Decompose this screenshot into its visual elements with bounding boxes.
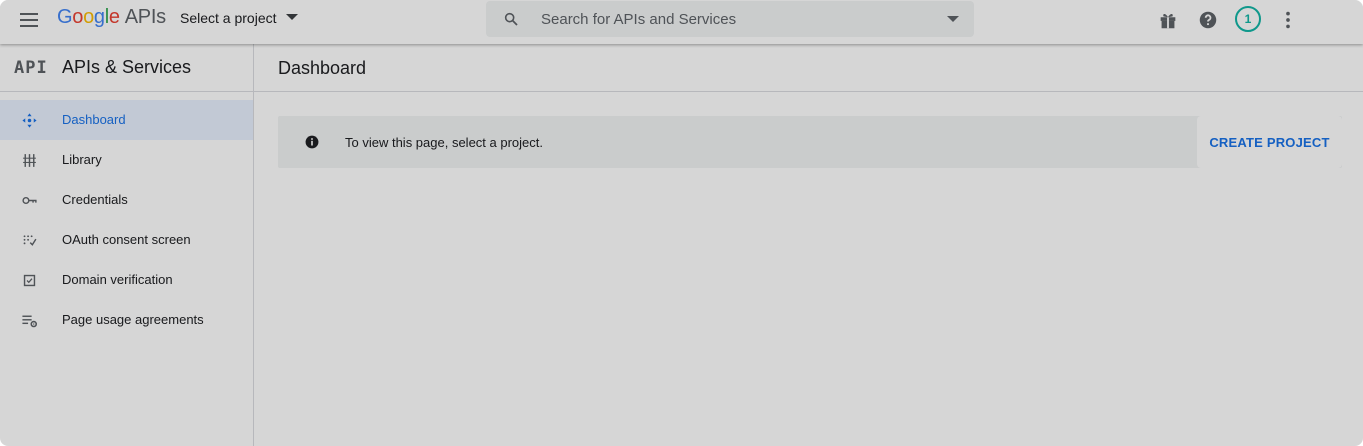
sidebar-title[interactable]: APIs & Services [62,57,191,78]
sidebar-header: API APIs & Services [0,44,253,92]
key-icon [22,196,37,205]
sidebar-item-dashboard[interactable]: Dashboard [0,100,253,140]
info-banner-text: To view this page, select a project. [345,135,543,150]
menu-icon[interactable] [17,9,43,31]
gift-icon[interactable] [1157,9,1179,31]
app-window: GoogleAPIs Select a project 1 [0,0,1363,446]
info-icon [305,135,319,149]
sidebar-item-label: Domain verification [62,272,173,287]
notification-badge[interactable]: 1 [1235,6,1261,32]
logo-letter: g [93,6,105,28]
project-selector[interactable]: Select a project [180,10,298,30]
logo-letter: e [108,6,120,28]
logo-apis-text: APIs [124,6,166,28]
google-apis-logo[interactable]: Google APIs [57,6,166,29]
sidebar: API APIs & Services Dashboard Library Cr… [0,44,254,446]
sidebar-item-library[interactable]: Library [0,140,253,180]
library-icon [23,154,36,167]
page-title: Dashboard [278,58,367,78]
logo-letter: G [57,6,73,28]
sidebar-item-credentials[interactable]: Credentials [0,180,253,220]
oauth-consent-icon [23,235,37,246]
main-content: Dashboard To view this page, select a pr… [254,44,1363,446]
dashboard-icon [22,113,37,128]
sidebar-item-page-usage-agreements[interactable]: Page usage agreements [0,300,253,340]
search-icon[interactable] [503,11,519,27]
more-vert-icon[interactable] [1277,9,1299,31]
sidebar-item-oauth-consent[interactable]: OAuth consent screen [0,220,253,260]
main-header: Dashboard [254,44,1363,92]
sidebar-item-label: Library [62,152,102,167]
sidebar-nav: Dashboard Library Credentials OAuth cons… [0,100,253,340]
search-input[interactable] [541,9,921,29]
top-bar: GoogleAPIs Select a project 1 [0,0,1363,44]
api-logo: API [14,58,48,78]
sidebar-item-label: Page usage agreements [62,312,204,327]
sidebar-item-domain-verification[interactable]: Domain verification [0,260,253,300]
info-banner: To view this page, select a project. CRE… [278,116,1342,168]
project-selector-label: Select a project [180,10,277,26]
list-settings-icon [22,315,38,328]
sidebar-item-label: OAuth consent screen [62,232,191,247]
notification-count: 1 [1244,12,1252,26]
logo-letter: o [72,6,84,28]
sidebar-item-label: Dashboard [62,112,126,127]
sidebar-item-label: Credentials [62,192,128,207]
create-project-button[interactable]: CREATE PROJECT [1197,116,1342,168]
help-icon[interactable] [1197,9,1219,31]
search-dropdown-icon[interactable] [947,16,959,22]
logo-letter: o [83,6,94,28]
checkbox-icon [23,274,36,287]
search-bar [486,1,974,37]
caret-down-icon [285,14,298,21]
